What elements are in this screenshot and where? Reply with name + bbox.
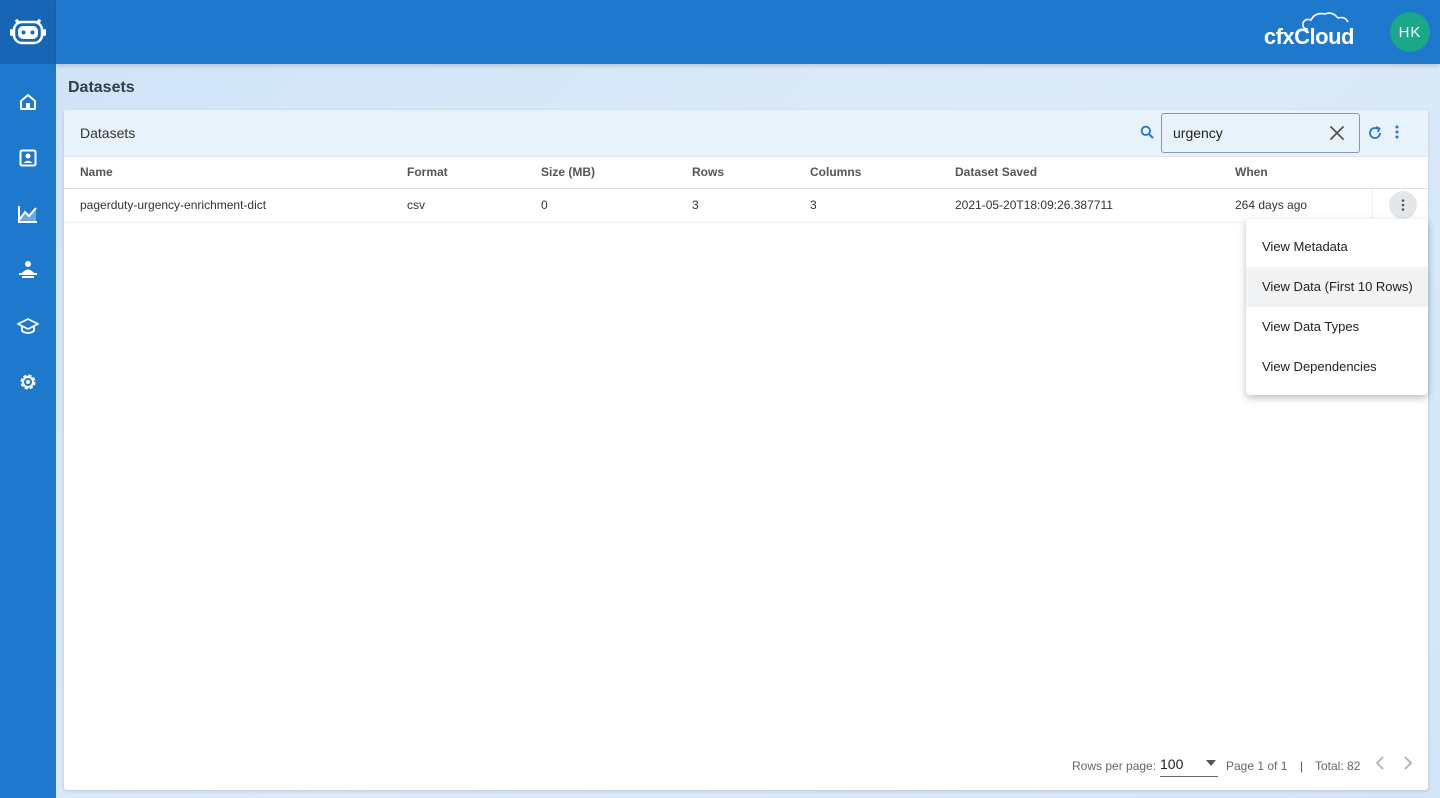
table-header-row: Name Format Size (MB) Rows Columns Datas… (64, 157, 1428, 189)
cloud-icon (1302, 12, 1349, 30)
column-header-name[interactable]: Name (64, 157, 407, 189)
cell-columns: 3 (810, 188, 955, 223)
gear-icon (20, 374, 36, 390)
caret-down-icon (1206, 760, 1216, 766)
datasets-table: Name Format Size (MB) Rows Columns Datas… (64, 157, 1428, 223)
row-context-menu: View Metadata View Data (First 10 Rows) … (1246, 219, 1428, 395)
search-field (1161, 113, 1360, 153)
cell-rows: 3 (692, 188, 810, 223)
cell-name: pagerduty-urgency-enrichment-dict (64, 188, 407, 223)
next-page-icon[interactable] (1402, 755, 1414, 774)
cell-when: 264 days ago (1235, 188, 1372, 223)
search-icon[interactable] (1140, 125, 1154, 144)
menu-item-view-data[interactable]: View Data (First 10 Rows) (1246, 267, 1428, 307)
column-header-rows[interactable]: Rows (692, 157, 810, 189)
clear-search-icon[interactable] (1329, 125, 1345, 146)
cell-size: 0 (541, 188, 692, 223)
column-header-dataset-saved[interactable]: Dataset Saved (955, 157, 1235, 189)
top-bar: cfxCloud HK (56, 0, 1440, 64)
pagination-separator: | (1300, 759, 1304, 773)
more-vert-icon (1401, 199, 1404, 211)
robot-logo-icon (10, 19, 46, 45)
column-header-size[interactable]: Size (MB) (541, 157, 692, 189)
rows-per-page-value: 100 (1160, 756, 1184, 772)
menu-item-view-data-types[interactable]: View Data Types (1246, 307, 1428, 347)
search-input[interactable] (1173, 125, 1323, 141)
person-desk-icon (19, 261, 37, 278)
table-row[interactable]: pagerduty-urgency-enrichment-dict csv 0 … (64, 188, 1428, 223)
column-header-columns[interactable]: Columns (810, 157, 955, 189)
column-header-actions (1372, 157, 1428, 189)
column-header-when[interactable]: When (1235, 157, 1372, 189)
total-count: Total: 82 (1315, 759, 1361, 773)
row-actions-button[interactable] (1388, 191, 1417, 219)
rows-per-page-select[interactable]: 100 (1160, 753, 1218, 777)
contact-card-icon (19, 149, 37, 167)
app-logo[interactable] (0, 0, 56, 64)
sidebar-item-settings[interactable] (0, 354, 56, 410)
sidebar-item-home[interactable] (0, 74, 56, 130)
sidebar-item-user-admin[interactable] (0, 242, 56, 298)
column-header-format[interactable]: Format (407, 157, 541, 189)
more-vert-icon[interactable] (1395, 125, 1399, 144)
menu-item-view-dependencies[interactable]: View Dependencies (1246, 347, 1428, 387)
sidebar-item-learning[interactable] (0, 298, 56, 354)
brand-logo[interactable]: cfxCloud (1264, 12, 1355, 50)
cell-dataset-saved: 2021-05-20T18:09:26.387711 (955, 188, 1235, 223)
datasets-card: Datasets urgency Name Format Size (MB) R… (64, 110, 1428, 790)
chart-line-icon (18, 206, 37, 223)
cell-actions (1371, 188, 1428, 223)
card-header: Datasets (64, 110, 1428, 157)
home-icon (20, 94, 36, 110)
pagination-footer: Rows per page: 100 Page 1 of 1 | Total: … (64, 746, 1428, 790)
sidebar (0, 0, 56, 798)
avatar[interactable]: HK (1390, 12, 1430, 52)
cell-format: csv (407, 188, 541, 223)
page-title: Datasets (68, 79, 135, 96)
card-title: Datasets (80, 125, 136, 141)
rows-per-page-label: Rows per page: (1072, 759, 1157, 773)
page-info: Page 1 of 1 (1226, 759, 1288, 773)
prev-page-icon[interactable] (1374, 755, 1386, 774)
refresh-icon[interactable] (1367, 125, 1383, 146)
sidebar-item-contacts[interactable] (0, 130, 56, 186)
graduation-cap-icon (17, 318, 39, 334)
menu-item-view-metadata[interactable]: View Metadata (1246, 227, 1428, 267)
sidebar-item-analytics[interactable] (0, 186, 56, 242)
